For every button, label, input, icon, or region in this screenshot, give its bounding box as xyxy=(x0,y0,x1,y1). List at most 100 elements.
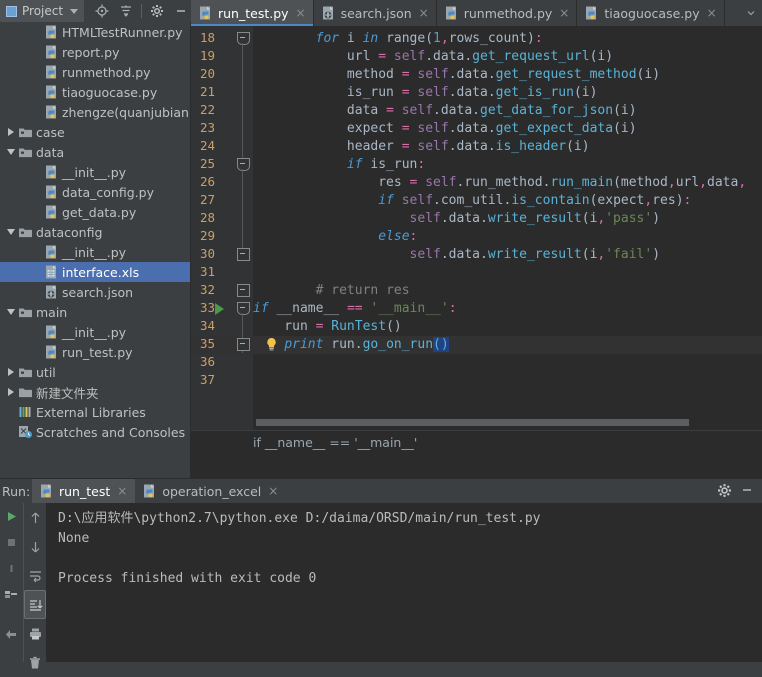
tree-item[interactable]: HTMLTestRunner.py xyxy=(0,22,190,42)
intention-bulb-icon[interactable] xyxy=(265,337,278,352)
tab-list-chevron-icon[interactable] xyxy=(740,0,762,26)
tree-open-arrow-icon[interactable] xyxy=(4,142,17,162)
run-tab[interactable]: run_test × xyxy=(32,479,136,503)
console-output[interactable]: D:\应用软件\python2.7\python.exe D:/daima/OR… xyxy=(46,503,762,662)
code-fold-marker[interactable] xyxy=(237,284,250,297)
locate-target-icon[interactable] xyxy=(90,0,114,22)
run-tab[interactable]: operation_excel × xyxy=(135,479,286,503)
code-editor[interactable]: 18 19 20 21 22 23 24 25 26 27 28 29 30 31 32 33 34 35 36 37… xyxy=(191,26,762,442)
code-line[interactable]: self.data.write_result(i,'fail') xyxy=(253,246,660,264)
console-tool-column[interactable] xyxy=(23,503,46,668)
tree-item[interactable]: 新建文件夹 xyxy=(0,382,190,402)
tree-item[interactable]: run_test.py xyxy=(0,342,190,362)
dropdown-caret-icon[interactable] xyxy=(70,8,79,14)
code-line[interactable]: expect = self.data.get_expect_data(i) xyxy=(253,120,637,138)
code-line[interactable]: res = self.run_method.run_main(method,ur… xyxy=(253,174,746,192)
code-line[interactable]: if is_run: xyxy=(253,156,425,174)
tree-item[interactable]: main xyxy=(0,302,190,322)
settings-gear-icon[interactable] xyxy=(145,0,169,22)
code-line[interactable]: # return res xyxy=(253,282,410,300)
tree-open-arrow-icon[interactable] xyxy=(4,302,17,322)
stop-icon[interactable] xyxy=(0,529,22,555)
close-icon[interactable]: × xyxy=(419,6,429,20)
close-icon[interactable]: × xyxy=(117,484,127,498)
editor-gutter[interactable]: 18 19 20 21 22 23 24 25 26 27 28 29 30 31 32 33 34 35 36 37 xyxy=(191,26,253,442)
xls-file-icon xyxy=(43,262,60,282)
tree-item[interactable]: Scratches and Consoles xyxy=(0,422,190,442)
close-icon[interactable]: × xyxy=(268,484,278,498)
breadcrumb[interactable]: if __name__ == '__main__' xyxy=(191,430,762,453)
code-fold-marker[interactable] xyxy=(237,302,250,315)
run-line-marker-icon[interactable] xyxy=(215,303,224,315)
pin-icon[interactable] xyxy=(0,621,22,647)
code-line[interactable]: method = self.data.get_request_method(i) xyxy=(253,66,660,84)
tree-item[interactable]: dataconfig xyxy=(0,222,190,242)
run-play-icon[interactable] xyxy=(0,503,22,529)
editor-tab-label: run_test.py xyxy=(218,5,289,21)
tree-open-arrow-icon[interactable] xyxy=(4,222,17,242)
scroll-down-icon[interactable] xyxy=(24,532,46,561)
editor-tab-bar[interactable]: run_test.py × search.json × runmethod.py × tia… xyxy=(191,0,762,26)
code-line[interactable]: data = self.data.get_data_for_json(i) xyxy=(253,102,637,120)
console-line: None xyxy=(58,531,90,546)
tree-item[interactable]: __init__.py xyxy=(0,242,190,262)
code-line[interactable]: run = RunTest() xyxy=(253,318,401,336)
code-fold-marker[interactable] xyxy=(237,338,250,351)
tree-closed-arrow-icon[interactable] xyxy=(4,362,17,382)
editor-tab[interactable]: search.json × xyxy=(313,0,437,26)
tree-closed-arrow-icon[interactable] xyxy=(4,122,17,142)
tree-item[interactable]: report.py xyxy=(0,42,190,62)
trash-icon[interactable] xyxy=(24,648,46,677)
editor-tab[interactable]: run_test.py × xyxy=(191,0,314,26)
hide-panel-icon[interactable] xyxy=(169,0,193,22)
tree-closed-arrow-icon[interactable] xyxy=(4,382,17,402)
pause-icon[interactable] xyxy=(0,555,22,581)
tree-item[interactable]: tiaoguocase.py xyxy=(0,82,190,102)
close-icon[interactable]: × xyxy=(707,6,717,20)
tree-item[interactable]: case xyxy=(0,122,190,142)
project-tree[interactable]: HTMLTestRunner.py report.py runmethod.py ti… xyxy=(0,22,191,478)
close-icon[interactable]: × xyxy=(296,6,306,20)
tree-item[interactable]: get_data.py xyxy=(0,202,190,222)
scroll-up-icon[interactable] xyxy=(24,503,46,532)
soft-wrap-icon[interactable] xyxy=(24,561,46,590)
settings-gear-icon[interactable] xyxy=(717,483,732,501)
close-icon[interactable]: × xyxy=(559,6,569,20)
code-text[interactable]: for i in range(1,rows_count): url = self… xyxy=(253,26,762,442)
hide-panel-icon[interactable] xyxy=(740,483,754,500)
editor-tab[interactable]: tiaoguocase.py × xyxy=(577,0,725,26)
tree-item[interactable]: data_config.py xyxy=(0,182,190,202)
layout-icon[interactable] xyxy=(0,581,22,607)
collapse-all-icon[interactable] xyxy=(114,0,138,22)
code-fold-marker[interactable] xyxy=(237,248,250,261)
tree-item[interactable]: util xyxy=(0,362,190,382)
code-line[interactable]: header = self.data.is_header(i) xyxy=(253,138,590,156)
tree-item[interactable]: __init__.py xyxy=(0,322,190,342)
tree-item[interactable]: External Libraries xyxy=(0,402,190,422)
print-icon[interactable] xyxy=(24,619,46,648)
tree-item[interactable]: data xyxy=(0,142,190,162)
tree-item[interactable]: zhengze(quanjubianliar xyxy=(0,102,190,122)
code-fold-marker[interactable] xyxy=(237,158,250,171)
code-line[interactable]: self.data.write_result(i,'pass') xyxy=(253,210,660,228)
tree-item[interactable]: search.json xyxy=(0,282,190,302)
run-tab-bar[interactable]: Run: run_test × operation_excel × xyxy=(0,479,762,503)
code-fold-marker[interactable] xyxy=(237,32,250,45)
code-line[interactable]: if __name__ == '__main__': xyxy=(253,300,457,318)
tree-item[interactable]: runmethod.py xyxy=(0,62,190,82)
scrollbar-thumb[interactable] xyxy=(256,419,689,426)
code-line[interactable]: for i in range(1,rows_count): xyxy=(253,30,543,48)
folder-icon xyxy=(17,122,34,142)
code-line[interactable]: is_run = self.data.get_is_run(i) xyxy=(253,84,598,102)
editor-tab[interactable]: runmethod.py × xyxy=(436,0,578,26)
run-control-column[interactable] xyxy=(0,503,22,662)
code-line[interactable]: print run.go_on_run() xyxy=(253,336,449,354)
tree-item[interactable]: __init__.py xyxy=(0,162,190,182)
code-line[interactable]: if self.com_util.is_contain(expect,res): xyxy=(253,192,691,210)
project-tool-button[interactable]: Project xyxy=(0,0,85,22)
editor-horizontal-scrollbar[interactable] xyxy=(253,418,762,427)
code-line[interactable]: url = self.data.get_request_url(i) xyxy=(253,48,613,66)
code-line[interactable]: else: xyxy=(253,228,417,246)
tree-item[interactable]: interface.xls xyxy=(0,262,190,282)
scroll-to-end-icon[interactable] xyxy=(24,590,46,619)
